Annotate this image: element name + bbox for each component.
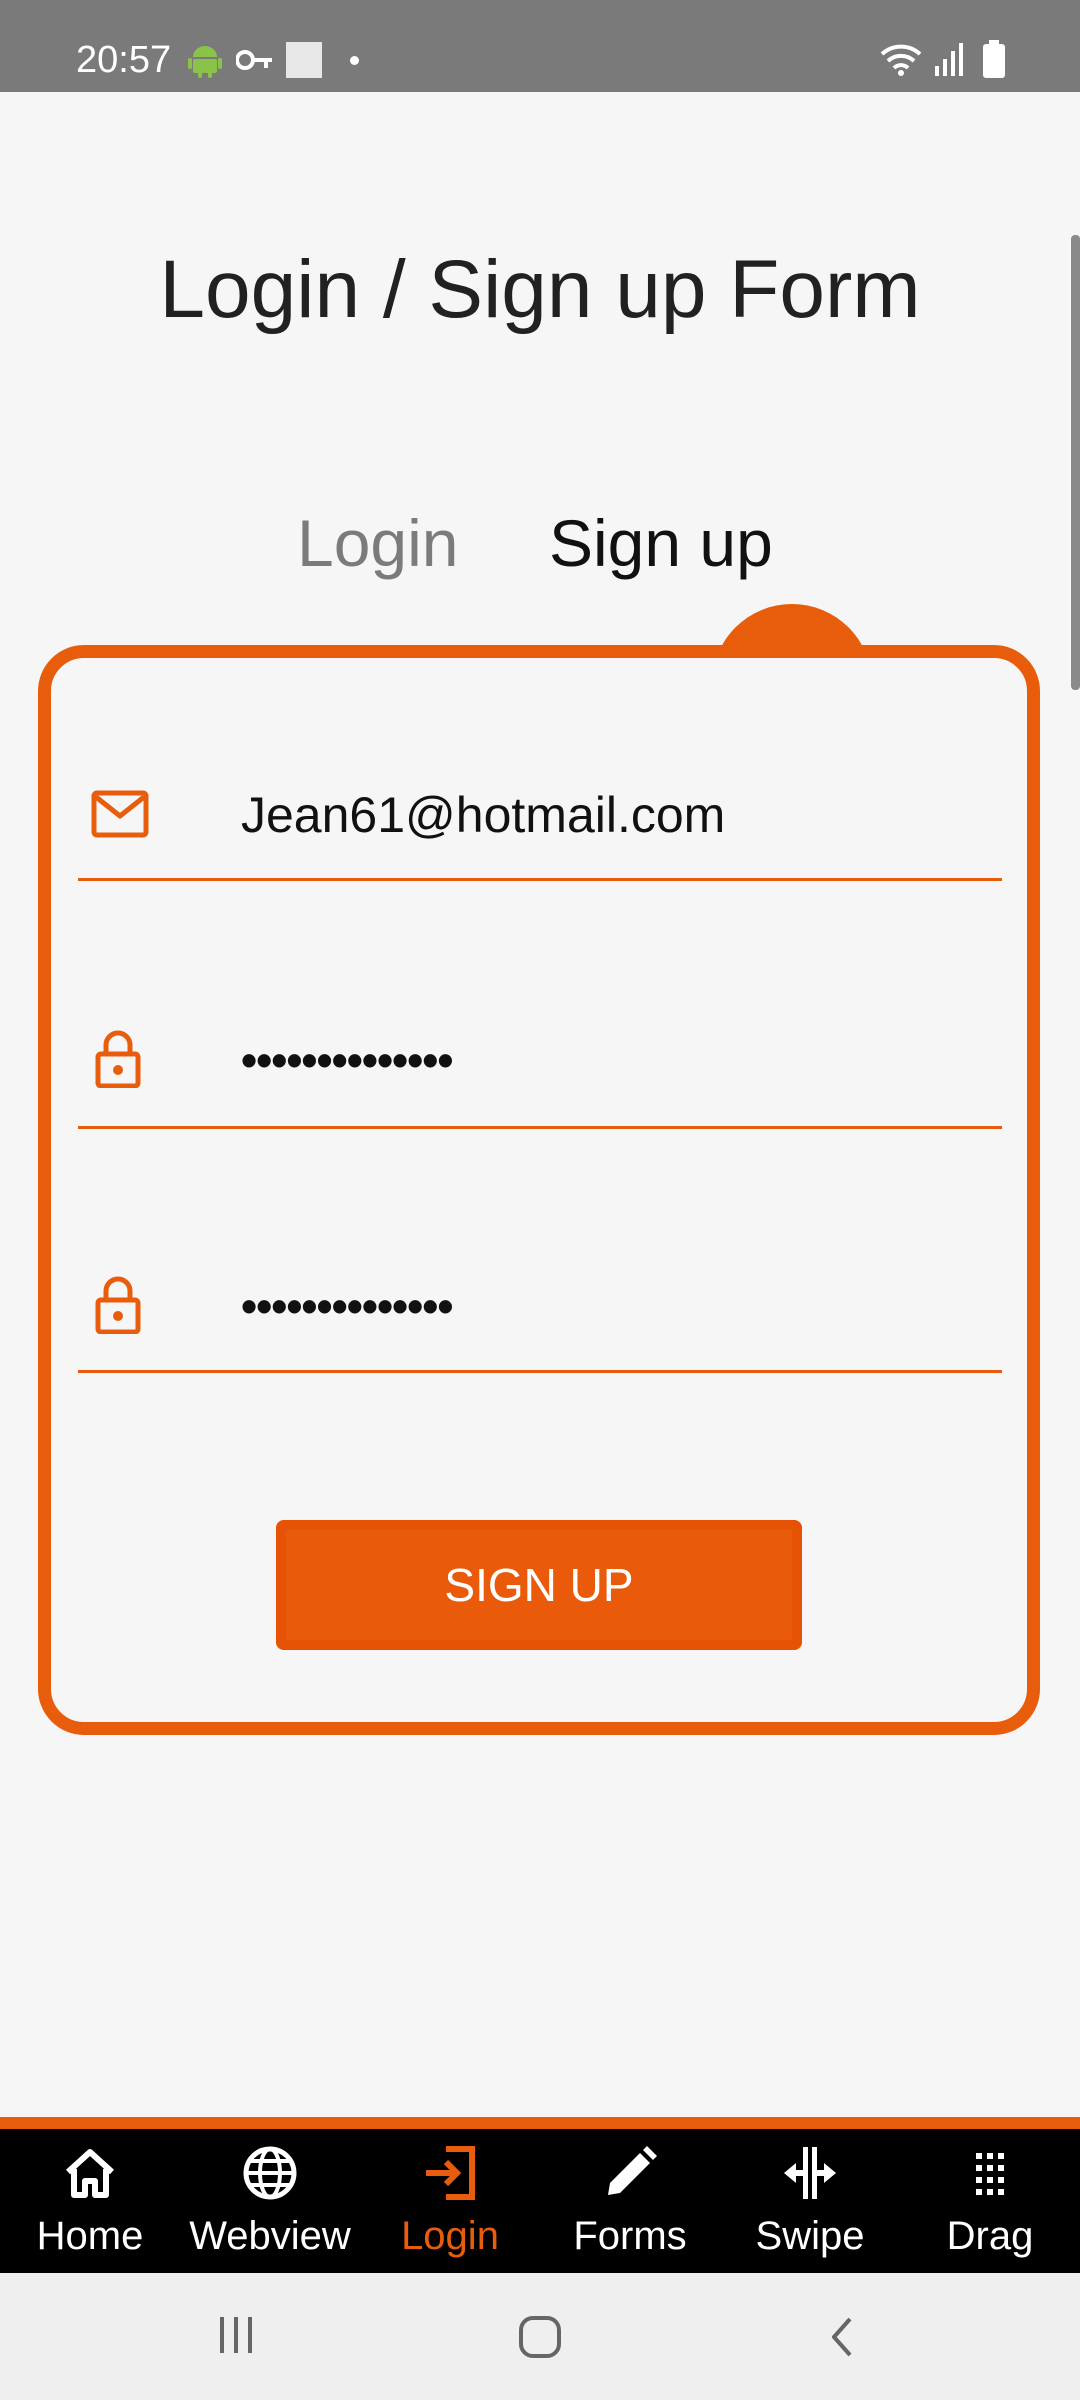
home-icon	[65, 2149, 115, 2198]
lock-icon	[95, 1030, 141, 1088]
android-icon	[188, 46, 222, 78]
nav-label-webview: Webview	[189, 2214, 351, 2258]
battery-icon	[983, 40, 1005, 78]
mail-icon	[91, 790, 149, 838]
tab-sign-up[interactable]: Sign up	[549, 500, 773, 586]
password-underline	[78, 1126, 1002, 1129]
password-value[interactable]: ••••••••••••••	[241, 1030, 453, 1090]
dot-icon	[350, 56, 359, 65]
nav-item-swipe[interactable]: Swipe	[720, 2129, 900, 2273]
wifi-icon	[880, 44, 922, 76]
system-nav-bar	[0, 2273, 1080, 2400]
key-icon	[236, 50, 272, 70]
back-icon[interactable]	[826, 2315, 858, 2359]
bottom-nav: Home Webview Login Forms Swipe Drag	[0, 2129, 1080, 2273]
recents-icon[interactable]	[216, 2315, 256, 2355]
login-icon	[426, 2146, 475, 2200]
nav-label-login: Login	[401, 2214, 499, 2258]
swipe-icon	[784, 2147, 836, 2199]
nav-label-swipe: Swipe	[755, 2214, 865, 2258]
square-icon	[286, 42, 322, 78]
signal-icon	[935, 43, 963, 76]
nav-label-drag: Drag	[946, 2214, 1034, 2258]
nav-item-login[interactable]: Login	[360, 2129, 540, 2273]
nav-item-home[interactable]: Home	[0, 2129, 180, 2273]
repeat-password-value[interactable]: ••••••••••••••	[241, 1276, 453, 1336]
nav-item-forms[interactable]: Forms	[540, 2129, 720, 2273]
repeat-password-underline	[78, 1370, 1002, 1373]
status-bar: 20:57	[0, 0, 1080, 92]
home-circle-icon[interactable]	[518, 2315, 562, 2359]
globe-icon	[243, 2146, 297, 2200]
sign-up-button[interactable]: SIGN UP	[276, 1520, 802, 1650]
grid-icon	[976, 2153, 1004, 2195]
pencil-icon	[608, 2146, 657, 2195]
status-time: 20:57	[76, 39, 172, 81]
email-underline	[78, 878, 1002, 881]
tab-login[interactable]: Login	[297, 500, 459, 586]
bottom-nav-border	[0, 2117, 1080, 2129]
nav-label-home: Home	[36, 2214, 144, 2258]
nav-item-webview[interactable]: Webview	[180, 2129, 360, 2273]
page-title: Login / Sign up Form	[159, 244, 921, 335]
nav-label-forms: Forms	[573, 2214, 687, 2258]
lock-icon	[95, 1276, 141, 1334]
email-value[interactable]: Jean61@hotmail.com	[241, 785, 725, 845]
nav-item-drag[interactable]: Drag	[900, 2129, 1080, 2273]
